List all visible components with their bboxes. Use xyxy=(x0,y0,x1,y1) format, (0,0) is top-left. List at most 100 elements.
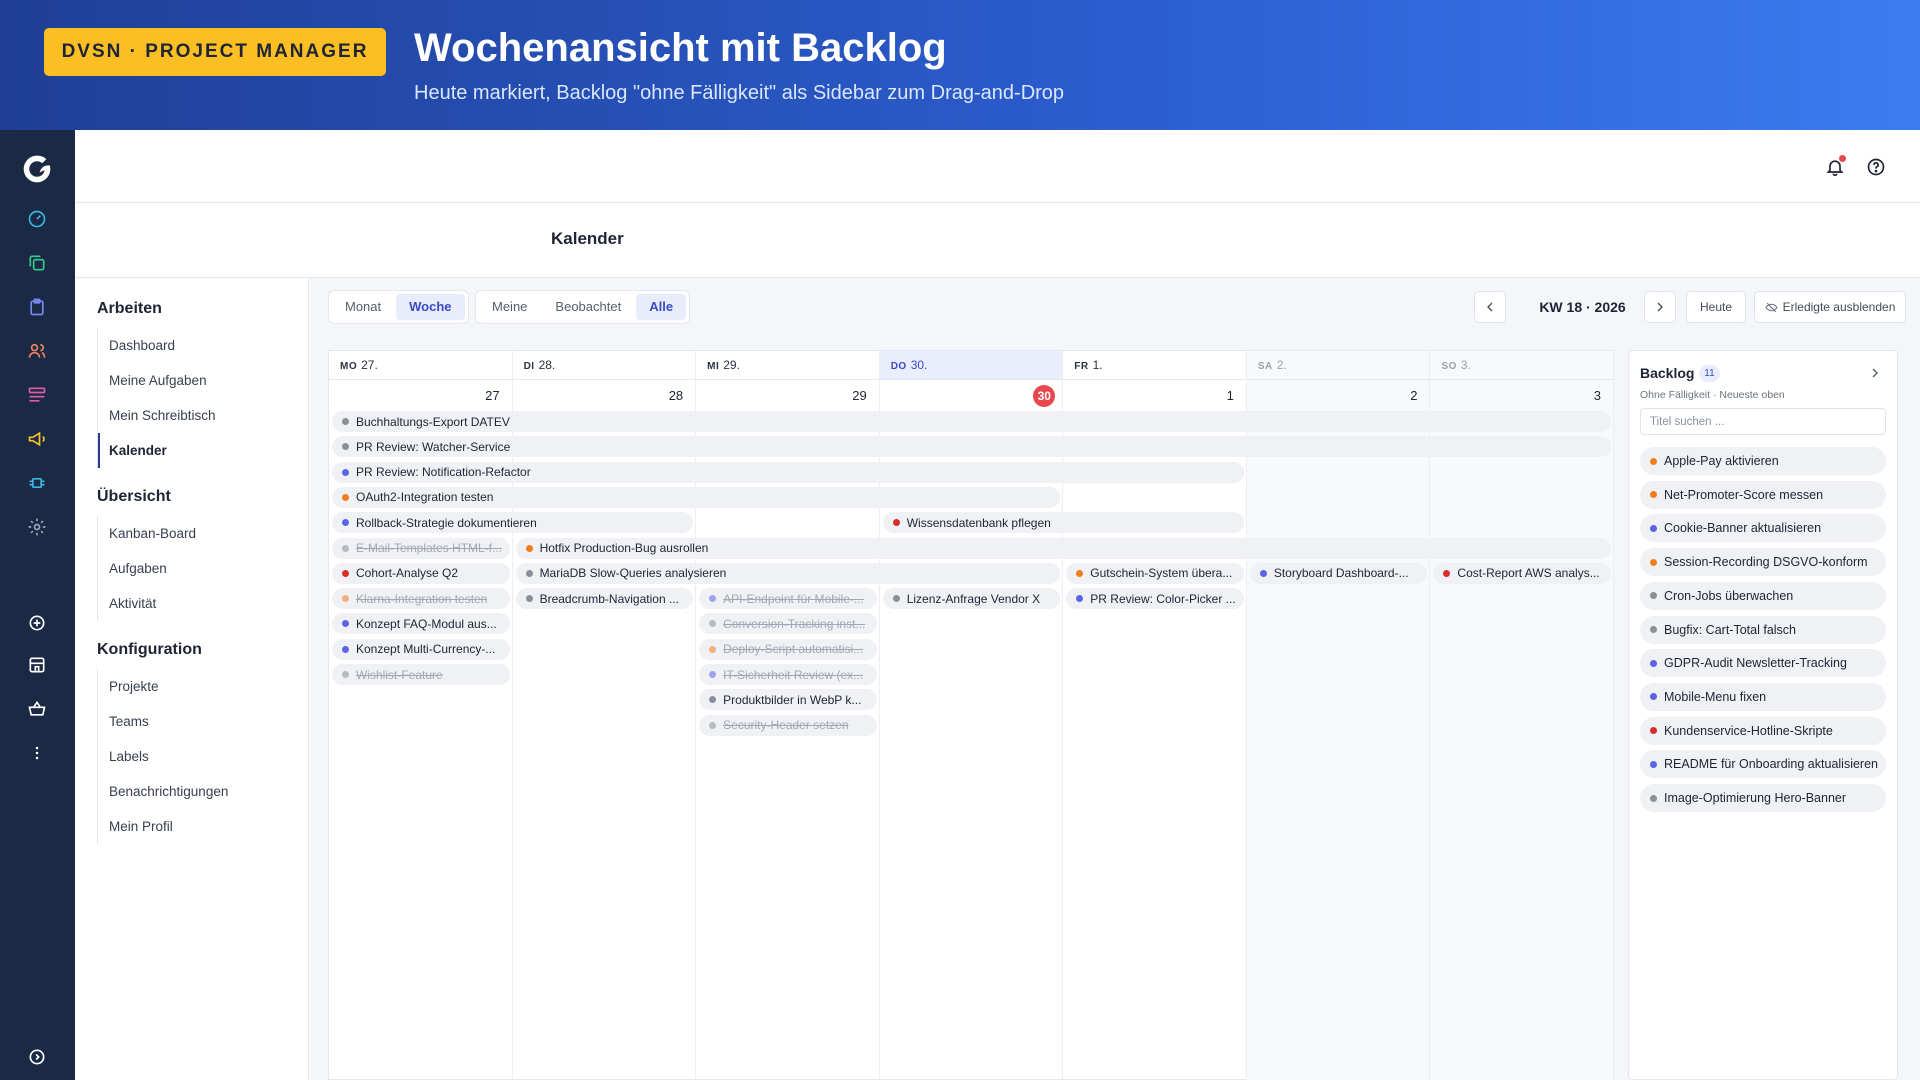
nav-item-aktivitaet[interactable]: Aktivität xyxy=(98,586,297,621)
today-button[interactable]: Heute xyxy=(1686,291,1746,323)
view-month-button[interactable]: Monat xyxy=(332,294,394,320)
backlog-item[interactable]: Cron-Jobs überwachen xyxy=(1640,581,1886,610)
calendar-event[interactable]: Produktbilder in WebP k... xyxy=(699,689,877,711)
calendar-event[interactable]: Rollback-Strategie dokumentieren xyxy=(332,512,694,534)
event-title: Produktbilder in WebP k... xyxy=(723,692,862,707)
calendar-event[interactable]: Wishlist-Feature xyxy=(332,664,510,685)
collapse-backlog-button[interactable] xyxy=(1865,363,1885,383)
nav-item-labels[interactable]: Labels xyxy=(98,739,297,774)
settings-icon[interactable] xyxy=(18,508,56,546)
nav-item-mein-schreibtisch[interactable]: Mein Schreibtisch xyxy=(98,398,297,433)
basket-icon[interactable] xyxy=(18,690,56,728)
calendar-event[interactable]: PR Review: Color-Picker ... xyxy=(1066,588,1244,610)
calendar-event[interactable]: Wissensdatenbank pflegen xyxy=(882,512,1244,534)
next-week-button[interactable] xyxy=(1644,291,1676,323)
calendar-event[interactable]: Breadcrumb-Navigation ... xyxy=(515,588,694,610)
calendar-event[interactable]: Hotfix Production-Bug ausrollen xyxy=(515,537,1611,559)
bell-icon[interactable] xyxy=(1820,152,1850,182)
prev-week-button[interactable] xyxy=(1474,291,1506,323)
backlog-item[interactable]: Kundenservice-Hotline-Skripte xyxy=(1640,716,1886,745)
day-column[interactable]: MO 27. 27 xyxy=(329,351,513,1080)
megaphone-icon[interactable] xyxy=(18,420,56,458)
calendar-event[interactable]: Storyboard Dashboard-... xyxy=(1249,562,1428,584)
calendar-event[interactable]: Deploy-Script automatisi... xyxy=(699,638,877,660)
nav-group-uebersicht: Kanban-Board Aufgaben Aktivität xyxy=(97,516,297,621)
calendar-event[interactable]: Lizenz-Anfrage Vendor X xyxy=(882,588,1061,610)
status-dot xyxy=(342,620,349,628)
calendar-event[interactable]: E-Mail-Templates HTML-f... xyxy=(332,537,510,559)
nav-item-kanban-board[interactable]: Kanban-Board xyxy=(98,516,297,551)
nav-item-mein-profil[interactable]: Mein Profil xyxy=(98,809,297,844)
nav-item-aufgaben[interactable]: Aufgaben xyxy=(98,551,297,586)
backlog-item-title: Bugfix: Cart-Total falsch xyxy=(1664,622,1796,637)
backlog-item[interactable]: Net-Promoter-Score messen xyxy=(1640,480,1886,509)
calendar-event[interactable]: Conversion-Tracking inst... xyxy=(699,613,877,635)
backlog-search-input[interactable] xyxy=(1640,408,1886,435)
day-column[interactable]: DI 28. 28 xyxy=(512,351,697,1080)
view-week-button[interactable]: Woche xyxy=(396,294,465,320)
store-icon[interactable] xyxy=(18,646,56,684)
calendar-event[interactable]: Security-Header setzen xyxy=(699,714,877,736)
day-column[interactable]: SA 2. 2 xyxy=(1246,351,1431,1080)
calendar-event[interactable]: Buchhaltungs-Export DATEV xyxy=(332,411,1611,432)
calendar-event[interactable]: Klarna-Integration testen xyxy=(332,588,510,610)
nav-item-meine-aufgaben[interactable]: Meine Aufgaben xyxy=(98,363,297,398)
nav-item-dashboard[interactable]: Dashboard xyxy=(98,328,297,363)
event-title: Cohort-Analyse Q2 xyxy=(356,566,459,581)
backlog-item[interactable]: Session-Recording DSGVO-konform xyxy=(1640,548,1886,577)
nav-item-projekte[interactable]: Projekte xyxy=(98,669,297,704)
chip-icon[interactable] xyxy=(18,464,56,502)
status-dot xyxy=(342,544,349,552)
backlog-item-title: Cron-Jobs überwachen xyxy=(1664,588,1794,603)
day-number: 28 xyxy=(668,388,684,403)
calendar-event[interactable]: PR Review: Watcher-Service xyxy=(332,436,1611,458)
filter-all-button[interactable]: Alle xyxy=(636,294,687,320)
help-icon[interactable] xyxy=(1861,152,1891,182)
page-header: Kalender xyxy=(75,203,1920,278)
day-column[interactable]: FR 1. 1 xyxy=(1063,351,1247,1080)
backlog-item-title: GDPR-Audit Newsletter-Tracking xyxy=(1664,656,1847,671)
copy-icon[interactable] xyxy=(18,244,56,282)
calendar-event[interactable]: API-Endpoint für Mobile-... xyxy=(699,588,877,610)
backlog-item-title: Mobile-Menu fixen xyxy=(1664,689,1767,704)
backlog-item[interactable]: Bugfix: Cart-Total falsch xyxy=(1640,615,1886,644)
calendar-event[interactable]: Cohort-Analyse Q2 xyxy=(332,562,510,584)
status-dot xyxy=(342,595,349,603)
dashboard-icon[interactable] xyxy=(18,200,56,238)
plus-circle-icon[interactable] xyxy=(18,604,56,642)
logo-icon[interactable] xyxy=(16,148,58,190)
calendar-event[interactable]: Cost-Report AWS analys... xyxy=(1433,562,1611,584)
nav-item-benachrichtigungen[interactable]: Benachrichtigungen xyxy=(98,774,297,809)
filter-watched-button[interactable]: Beobachtet xyxy=(542,294,634,320)
clipboard-icon[interactable] xyxy=(18,288,56,326)
calendar-event[interactable]: OAuth2-Integration testen xyxy=(332,486,1061,508)
backlog-item[interactable]: GDPR-Audit Newsletter-Tracking xyxy=(1640,649,1886,678)
list-icon[interactable] xyxy=(18,376,56,414)
calendar-event[interactable]: PR Review: Notification-Refactor xyxy=(332,461,1244,483)
calendar-event[interactable]: Konzept FAQ-Modul aus... xyxy=(332,613,510,635)
event-title: Wissensdatenbank pflegen xyxy=(906,515,1051,530)
backlog-item-title: Kundenservice-Hotline-Skripte xyxy=(1664,723,1833,738)
calendar-event[interactable]: IT-Sicherheit Review (ex... xyxy=(699,664,877,685)
backlog-item[interactable]: Apple-Pay aktivieren xyxy=(1640,447,1886,475)
calendar-event[interactable]: MariaDB Slow-Queries analysieren xyxy=(515,562,1061,584)
chevron-right-icon xyxy=(1872,368,1878,378)
calendar-event[interactable]: Konzept Multi-Currency-... xyxy=(332,638,510,660)
day-number: 27 xyxy=(485,388,500,403)
users-icon[interactable] xyxy=(18,332,56,370)
nav-item-teams[interactable]: Teams xyxy=(98,704,297,739)
backlog-item[interactable]: Cookie-Banner aktualisieren xyxy=(1640,514,1886,543)
status-dot xyxy=(1650,558,1657,566)
nav-item-kalender[interactable]: Kalender xyxy=(98,433,297,468)
backlog-item[interactable]: Image-Optimierung Hero-Banner xyxy=(1640,784,1886,812)
expand-icon[interactable] xyxy=(18,1038,56,1076)
more-icon[interactable] xyxy=(18,734,56,772)
backlog-item[interactable]: README für Onboarding aktualisieren xyxy=(1640,750,1886,779)
day-column[interactable]: DO 30. 30 xyxy=(879,351,1064,1080)
hide-done-button[interactable]: Erledigte ausblenden xyxy=(1754,291,1906,323)
day-column[interactable]: SO 3. 3 xyxy=(1430,351,1615,1080)
backlog-item[interactable]: Mobile-Menu fixen xyxy=(1640,682,1886,711)
calendar-event[interactable]: Gutschein-System übera... xyxy=(1066,562,1244,584)
filter-mine-button[interactable]: Meine xyxy=(479,294,540,320)
status-dot xyxy=(1650,659,1657,667)
